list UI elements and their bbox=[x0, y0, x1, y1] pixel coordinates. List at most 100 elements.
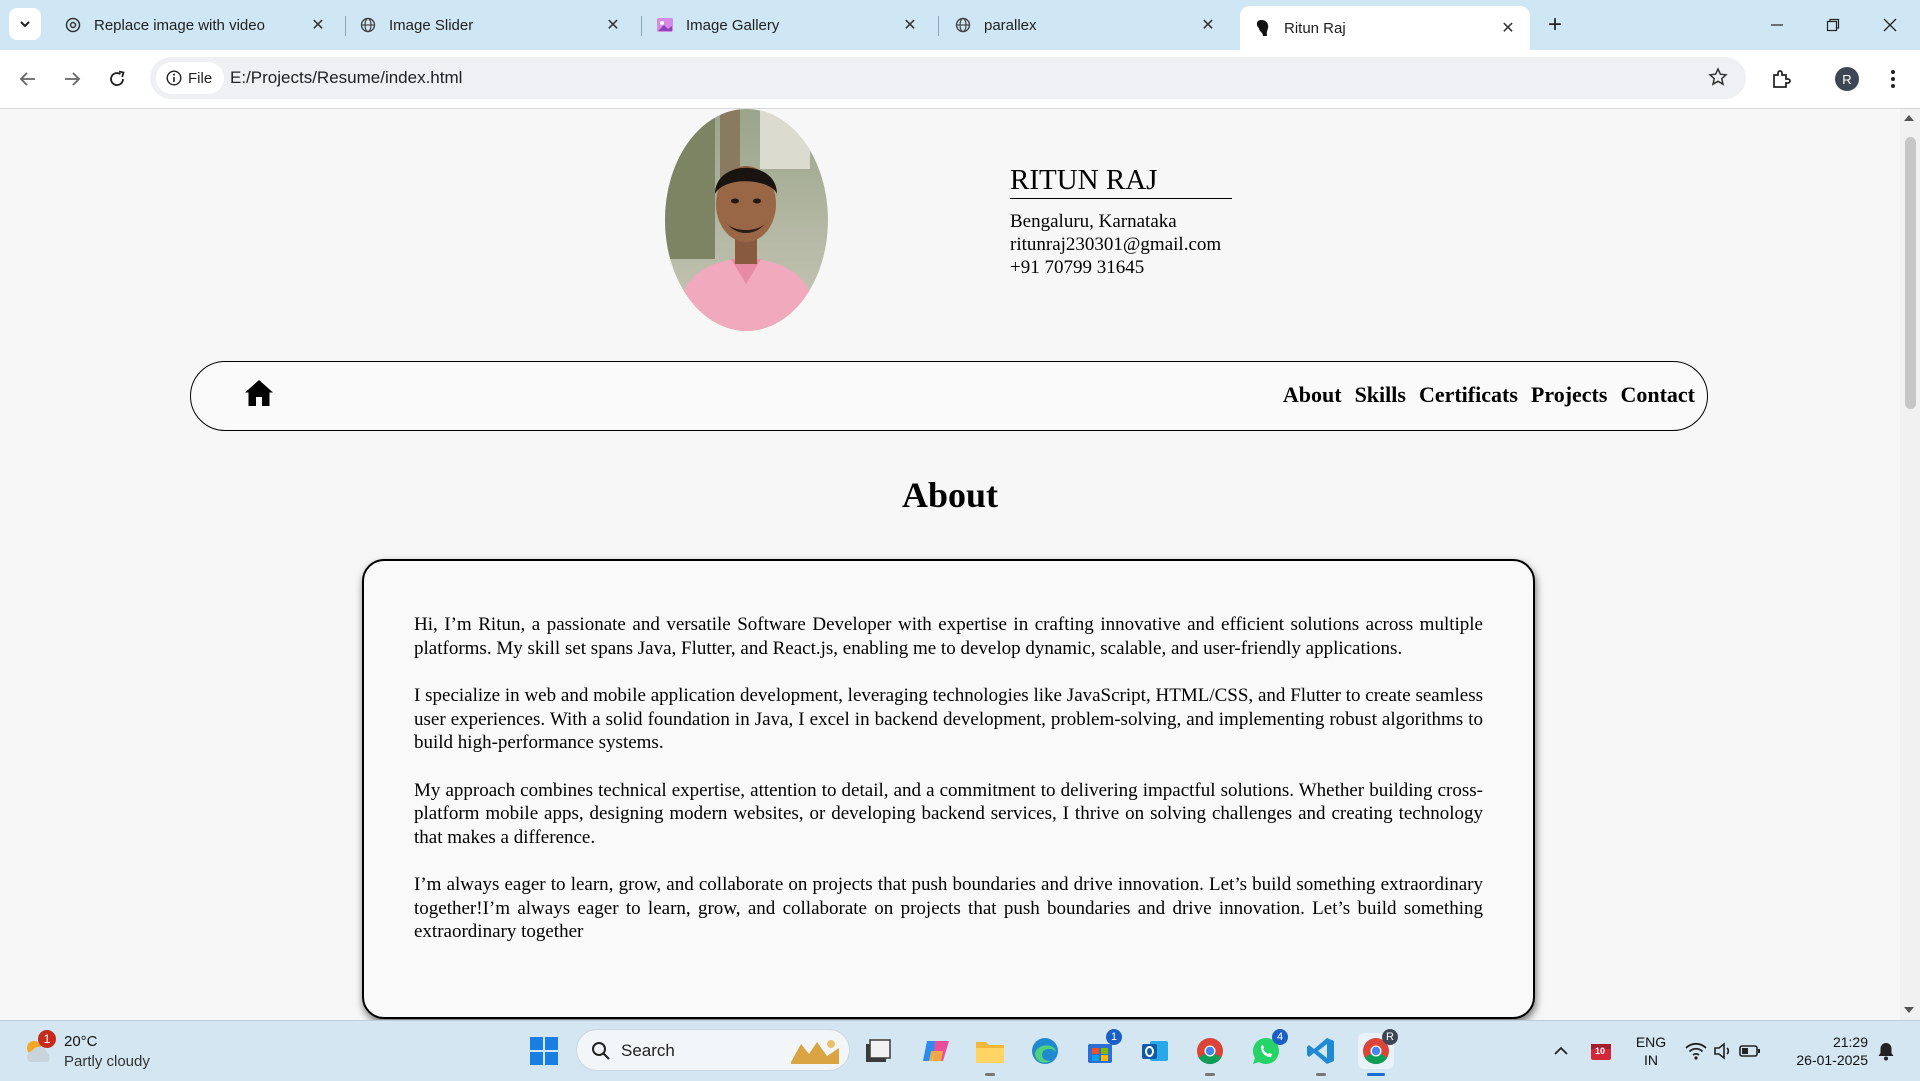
quick-settings-button[interactable] bbox=[1680, 1033, 1766, 1069]
reload-icon bbox=[110, 70, 125, 86]
volume-icon bbox=[1714, 1042, 1730, 1060]
task-view-button[interactable] bbox=[860, 1033, 896, 1069]
weather-badge: 1 bbox=[38, 1030, 56, 1048]
notifications-button[interactable] bbox=[1870, 1033, 1902, 1069]
address-bar[interactable]: File E:/Projects/Resume/index.html bbox=[150, 57, 1746, 99]
clock-time: 21:29 bbox=[1832, 1034, 1868, 1050]
weather-widget[interactable]: 1 20°C Partly cloudy bbox=[22, 1030, 222, 1074]
tab-image-slider[interactable]: Image Slider ✕ bbox=[345, 8, 635, 42]
chrome-button[interactable] bbox=[1192, 1033, 1228, 1076]
weather-temp: 20°C bbox=[64, 1033, 98, 1050]
new-tab-button[interactable]: + bbox=[1540, 10, 1570, 40]
forward-button[interactable] bbox=[56, 63, 88, 95]
profile-location: Bengaluru, Karnataka bbox=[1010, 211, 1177, 232]
tray-calendar-app[interactable]: 10 bbox=[1584, 1033, 1618, 1069]
scroll-down-arrow-icon[interactable] bbox=[1904, 1007, 1914, 1013]
browser-toolbar: File E:/Projects/Resume/index.html R bbox=[0, 50, 1920, 109]
profile-button[interactable]: R bbox=[1831, 63, 1863, 95]
clock-date: 26-01-2025 bbox=[1796, 1052, 1868, 1068]
chip-label: File bbox=[188, 69, 213, 87]
globe-icon bbox=[954, 16, 972, 34]
store-button[interactable]: 1 bbox=[1082, 1029, 1122, 1069]
language-indicator[interactable]: ENG IN bbox=[1627, 1033, 1675, 1069]
restore-button[interactable] bbox=[1813, 10, 1853, 40]
search-label: Search bbox=[621, 1041, 675, 1060]
close-icon[interactable]: ✕ bbox=[1498, 18, 1518, 38]
tab-ritun-raj[interactable]: Ritun Raj ✕ bbox=[1240, 6, 1530, 50]
lang-bottom: IN bbox=[1644, 1052, 1658, 1068]
about-paragraph: Hi, I’m Ritun, a passionate and versatil… bbox=[414, 614, 1483, 659]
start-button[interactable] bbox=[526, 1033, 562, 1069]
tab-label: Replace image with video bbox=[94, 16, 265, 34]
file-explorer-button[interactable] bbox=[972, 1033, 1008, 1076]
about-paragraph: I specialize in web and mobile applicati… bbox=[414, 685, 1483, 753]
weather-desc: Partly cloudy bbox=[64, 1053, 150, 1070]
url-text[interactable]: E:/Projects/Resume/index.html bbox=[230, 68, 462, 88]
home-icon bbox=[245, 380, 273, 406]
running-indicator bbox=[985, 1073, 995, 1076]
tab-divider bbox=[938, 16, 939, 36]
scroll-up-arrow-icon[interactable] bbox=[1904, 115, 1914, 121]
bookmark-button[interactable] bbox=[1708, 67, 1728, 92]
gallery-icon bbox=[656, 16, 674, 34]
outlook-icon bbox=[1142, 1041, 1168, 1061]
chevron-up-icon bbox=[1554, 1046, 1568, 1055]
close-icon[interactable]: ✕ bbox=[603, 15, 623, 35]
minimize-icon bbox=[1771, 24, 1783, 26]
info-icon bbox=[166, 70, 182, 86]
tab-image-gallery[interactable]: Image Gallery ✕ bbox=[642, 8, 932, 42]
outlook-button[interactable] bbox=[1137, 1033, 1173, 1069]
puzzle-icon bbox=[1773, 70, 1791, 88]
folder-icon bbox=[976, 1042, 1004, 1063]
scroll-thumb[interactable] bbox=[1905, 137, 1916, 409]
nav-link-about[interactable]: About bbox=[1283, 382, 1342, 408]
whatsapp-badge: 4 bbox=[1272, 1029, 1288, 1045]
close-icon[interactable]: ✕ bbox=[1198, 15, 1218, 35]
tab-search-button[interactable] bbox=[9, 8, 41, 40]
arrow-right-icon bbox=[65, 72, 81, 86]
minimize-button[interactable] bbox=[1757, 10, 1797, 40]
edge-button[interactable] bbox=[1027, 1033, 1063, 1069]
page-scrollbar[interactable] bbox=[1900, 109, 1920, 1020]
chrome-profile-button[interactable]: R bbox=[1358, 1029, 1398, 1076]
site-info-chip[interactable]: File bbox=[156, 62, 225, 94]
reload-button[interactable] bbox=[101, 63, 133, 95]
nav-link-skills[interactable]: Skills bbox=[1355, 382, 1406, 408]
restore-icon bbox=[1826, 18, 1840, 32]
vscode-button[interactable] bbox=[1303, 1033, 1339, 1076]
globe-icon bbox=[359, 16, 377, 34]
nav-link-certificats[interactable]: Certificats bbox=[1419, 382, 1518, 408]
profile-email: ritunraj230301@gmail.com bbox=[1010, 234, 1222, 255]
browser-menu-button[interactable] bbox=[1877, 63, 1909, 95]
calendar-badge: 10 bbox=[1595, 1046, 1606, 1056]
search-icon bbox=[592, 1042, 610, 1060]
close-icon[interactable]: ✕ bbox=[308, 15, 328, 35]
about-paragraph: My approach combines technical expertise… bbox=[414, 779, 1483, 848]
profile-phone: +91 70799 31645 bbox=[1010, 257, 1145, 278]
close-window-button[interactable] bbox=[1870, 10, 1910, 40]
running-indicator bbox=[1205, 1073, 1215, 1076]
clock[interactable]: 21:29 26-01-2025 bbox=[1782, 1033, 1868, 1069]
about-card: Hi, I’m Ritun, a passionate and versatil… bbox=[362, 559, 1535, 1019]
about-heading: About bbox=[901, 475, 999, 515]
edge-icon bbox=[1032, 1038, 1058, 1064]
back-button[interactable] bbox=[12, 63, 44, 95]
tab-label: Image Gallery bbox=[686, 16, 780, 34]
profile-avatar: R bbox=[1835, 67, 1859, 91]
copilot-button[interactable] bbox=[918, 1033, 954, 1069]
chrome-icon bbox=[1197, 1038, 1223, 1065]
nav-link-contact[interactable]: Contact bbox=[1620, 382, 1695, 408]
taskbar-search[interactable]: Search bbox=[576, 1029, 850, 1071]
show-hidden-icons-button[interactable] bbox=[1545, 1033, 1577, 1069]
home-link[interactable] bbox=[243, 378, 275, 413]
tab-parallex[interactable]: parallex ✕ bbox=[940, 8, 1230, 42]
tab-replace-image[interactable]: Replace image with video ✕ bbox=[50, 8, 340, 42]
task-view-icon bbox=[866, 1039, 891, 1062]
about-paragraph: I’m always eager to learn, grow, and col… bbox=[414, 874, 1483, 942]
close-icon bbox=[1883, 18, 1897, 32]
whatsapp-button[interactable]: 4 bbox=[1248, 1029, 1288, 1069]
extensions-button[interactable] bbox=[1765, 63, 1797, 95]
nav-link-projects[interactable]: Projects bbox=[1531, 382, 1608, 408]
close-icon[interactable]: ✕ bbox=[900, 15, 920, 35]
tab-label: Ritun Raj bbox=[1284, 19, 1346, 37]
